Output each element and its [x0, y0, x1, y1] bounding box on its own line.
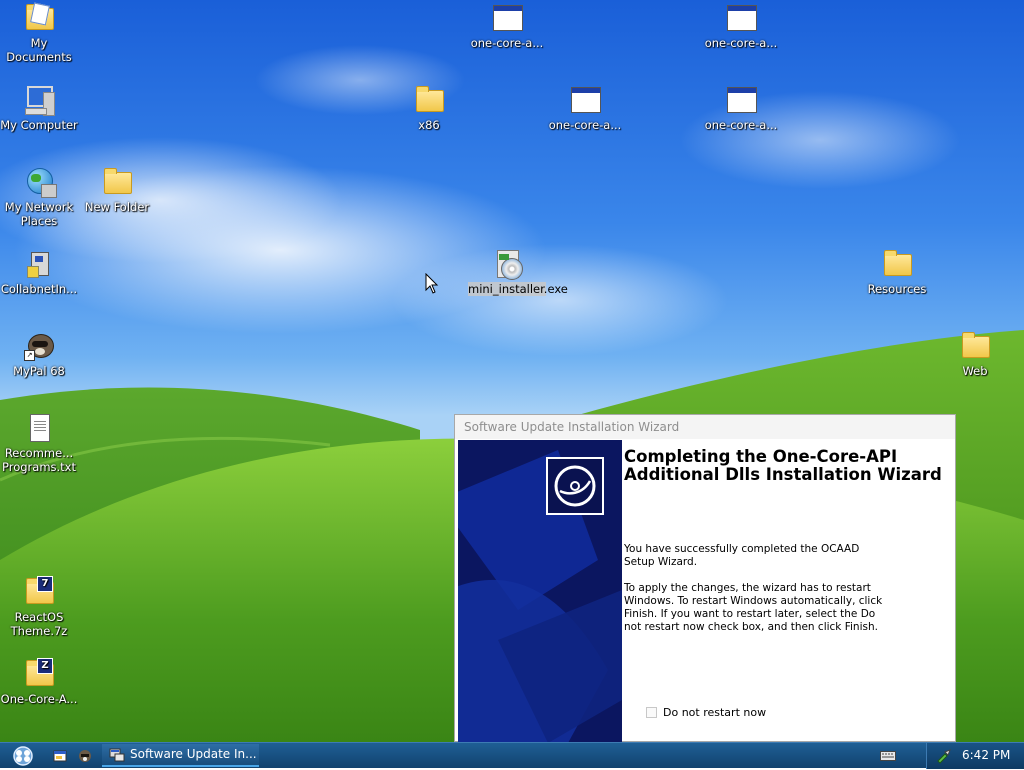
desktop-icon-label: Web — [962, 364, 988, 378]
desktop-icon-x86[interactable]: x86 — [390, 84, 468, 132]
wizard-paragraph-completed: You have successfully completed the OCAA… — [624, 543, 860, 568]
mouse-cursor-icon — [425, 273, 439, 294]
desktop-icon-label: My Network Places — [4, 200, 74, 228]
desktop-icon-one-core-app-2[interactable]: one-core-a... — [702, 2, 780, 50]
desktop-icon-one-core-app-3[interactable]: one-core-a... — [546, 84, 624, 132]
task-button-label: Software Update In... — [130, 747, 257, 761]
desktop-icon-one-core-app-4[interactable]: one-core-a... — [702, 84, 780, 132]
installer-icon — [23, 248, 55, 280]
mypal-raccoon-icon: ↗ — [23, 330, 55, 362]
application-window-icon — [725, 2, 757, 34]
desktop-icon-mypal[interactable]: ↗ MyPal 68 — [0, 330, 78, 378]
desktop-icon-label: x86 — [418, 118, 440, 132]
desktop-icon-label: CollabnetIn... — [0, 282, 78, 296]
desktop-icon-my-documents[interactable]: My Documents — [0, 2, 78, 64]
wizard-paragraph-restart: To apply the changes, the wizard has to … — [624, 582, 883, 633]
desktop-icon-label: New Folder — [84, 200, 150, 214]
desktop-icon-label: Resources — [867, 282, 927, 296]
desktop-icon-label: My Computer — [0, 118, 78, 132]
text-file-icon — [23, 412, 55, 444]
folder-icon — [101, 166, 133, 198]
cd-disc-icon — [546, 457, 604, 515]
window-title-bar[interactable]: Software Update Installation Wizard — [455, 415, 955, 439]
desktop-icon-one-core-app-1[interactable]: one-core-a... — [468, 2, 546, 50]
do-not-restart-checkbox[interactable]: Do not restart now — [646, 706, 766, 719]
desktop-icon-collabnet-installer[interactable]: CollabnetIn... — [0, 248, 78, 296]
desktop-icon-reactos-theme[interactable]: 7 ReactOS Theme.7z — [0, 576, 78, 638]
safely-remove-hardware-icon[interactable] — [936, 748, 952, 764]
start-logo-icon — [13, 746, 33, 766]
desktop-icon-new-folder[interactable]: New Folder — [78, 166, 156, 214]
desktop-icon-label: one-core-a... — [470, 36, 544, 50]
network-globe-icon — [23, 166, 57, 198]
folder-icon — [881, 248, 913, 280]
taskbar-button-software-update[interactable]: Software Update In... — [102, 744, 259, 767]
desktop-icon-label: One-Core-A... — [0, 692, 78, 706]
wizard-heading: Completing the One-Core-API Additional D… — [624, 447, 942, 484]
checkbox-label: Do not restart now — [663, 706, 767, 719]
quicklaunch-explorer-icon[interactable] — [52, 748, 68, 764]
keyboard-layout-icon[interactable] — [880, 751, 896, 761]
start-button[interactable] — [9, 745, 37, 767]
computer-icon — [23, 84, 55, 116]
desktop-icon-label: Recomme... Programs.txt — [2, 446, 76, 474]
application-window-icon — [725, 84, 757, 116]
quicklaunch-mypal-icon[interactable] — [77, 748, 93, 764]
taskbar-clock[interactable]: 6:42 PM — [962, 743, 1010, 769]
desktop-icon-my-computer[interactable]: My Computer — [0, 84, 78, 132]
archive-zip-icon: Z — [23, 658, 55, 690]
desktop-icon-mini-installer[interactable]: mini_installer.exe — [468, 248, 568, 296]
desktop-icon-one-core-archive[interactable]: Z One-Core-A... — [0, 658, 78, 706]
desktop-icon-label: MyPal 68 — [13, 364, 65, 378]
desktop-icon-label: mini_installer.exe — [468, 282, 568, 296]
folder-icon — [413, 84, 445, 116]
desktop-icon-web[interactable]: Web — [936, 330, 1014, 378]
desktop-icon-label: ReactOS Theme.7z — [10, 610, 68, 638]
desktop-icon-label: one-core-a... — [704, 118, 778, 132]
archive-7z-icon: 7 — [23, 576, 55, 608]
shortcut-arrow-icon: ↗ — [24, 350, 35, 361]
installer-small-icon — [109, 748, 125, 762]
setup-wizard-window[interactable]: Software Update Installation Wizard Comp… — [454, 414, 956, 742]
desktop-icon-label: one-core-a... — [704, 36, 778, 50]
application-window-icon — [491, 2, 523, 34]
desktop-icon-resources[interactable]: Resources — [858, 248, 936, 296]
desktop-icon-my-network-places[interactable]: My Network Places — [0, 166, 78, 228]
installer-cd-icon — [491, 248, 523, 280]
desktop[interactable]: My Documents My Computer My Network Plac… — [0, 0, 1024, 742]
wizard-content: Completing the One-Core-API Additional D… — [624, 440, 955, 741]
desktop-icon-label: My Documents — [6, 36, 72, 64]
checkbox-box[interactable] — [646, 707, 657, 718]
desktop-icon-label: one-core-a... — [548, 118, 622, 132]
application-window-icon — [569, 84, 601, 116]
my-documents-icon — [23, 2, 55, 34]
desktop-icon-recommended-programs[interactable]: Recomme... Programs.txt — [0, 412, 78, 474]
folder-icon — [959, 330, 991, 362]
taskbar: Software Update In... 6:42 PM — [0, 742, 1024, 769]
wizard-side-panel — [458, 440, 622, 742]
